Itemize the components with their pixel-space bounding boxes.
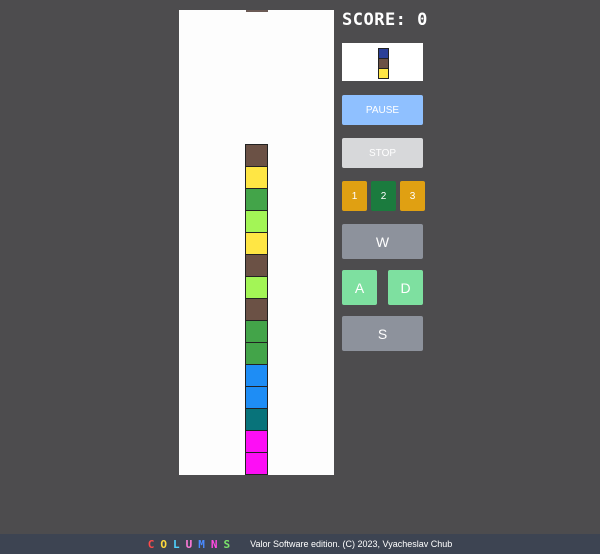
credit-text: Valor Software edition. (C) 2023, Vyache…: [250, 539, 453, 549]
logo-letter: O: [160, 537, 173, 551]
board-cell: [245, 232, 268, 255]
board-cell: [245, 210, 268, 233]
next-piece-cell: [378, 68, 389, 79]
board-cell: [245, 430, 268, 453]
game-board: [179, 10, 334, 475]
board-cell: [245, 166, 268, 189]
level-2-button[interactable]: 2: [371, 181, 396, 211]
board-cell: [245, 408, 268, 431]
board-cell: [245, 254, 268, 277]
drop-s-button[interactable]: S: [342, 316, 423, 351]
level-3-button[interactable]: 3: [400, 181, 425, 211]
board-cell: [245, 364, 268, 387]
board-cell: [245, 298, 268, 321]
logo-letter: M: [198, 537, 211, 551]
logo-letter: L: [173, 537, 186, 551]
board-cell: [245, 342, 268, 365]
board-cell: [245, 144, 268, 167]
board-cell: [245, 276, 268, 299]
board-cell: [245, 386, 268, 409]
score-label: SCORE: 0: [342, 10, 428, 30]
left-a-button[interactable]: A: [342, 270, 377, 305]
board-cell: [245, 452, 268, 475]
logo-letter: N: [210, 537, 224, 551]
pause-button[interactable]: PAUSE: [342, 95, 423, 125]
board-cell: [245, 188, 268, 211]
stop-button[interactable]: STOP: [342, 138, 423, 168]
right-d-button[interactable]: D: [388, 270, 423, 305]
logo-letter: C: [147, 537, 161, 551]
board-cell: [245, 320, 268, 343]
logo-letter: S: [223, 537, 237, 551]
falling-piece-edge: [246, 10, 268, 12]
columns-logo: COLUMNS: [148, 538, 236, 551]
level-1-button[interactable]: 1: [342, 181, 367, 211]
footer-bar: COLUMNS Valor Software edition. (C) 2023…: [0, 534, 600, 554]
rotate-w-button[interactable]: W: [342, 224, 423, 259]
next-piece-preview: [342, 43, 423, 81]
logo-letter: U: [185, 537, 199, 551]
